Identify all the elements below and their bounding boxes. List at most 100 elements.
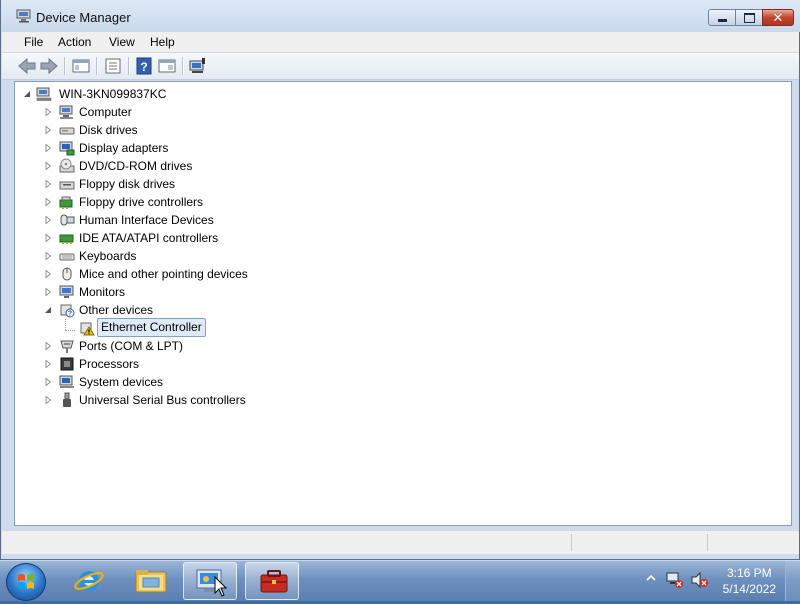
tree-category-mice-and-other-pointing-devices[interactable]: Mice and other pointing devices [15,265,415,283]
tree-category-dvd-cd-rom-drives[interactable]: DVD/CD-ROM drives [15,157,415,175]
hid-icon [60,214,75,226]
tree-category-processors[interactable]: Processors [15,355,415,373]
show-desktop-button[interactable] [785,561,800,601]
tree-category-system-devices[interactable]: System devices [15,373,415,391]
tree-item-label: Display adapters [79,141,169,155]
tree-item-label: Monitors [79,285,126,299]
control-panel-taskbar-button[interactable] [183,562,237,600]
menu-help[interactable]: Help [144,34,181,50]
scan-hardware-changes-icon[interactable] [187,56,209,76]
folder-icon [135,570,167,593]
help-icon[interactable]: ? [133,56,155,76]
collapse-triangle-icon[interactable] [44,306,52,314]
tree-category-computer[interactable]: Computer [15,103,415,121]
tree-category-floppy-disk-drives[interactable]: Floppy disk drives [15,175,415,193]
expand-triangle-icon[interactable] [44,198,52,206]
tree-category-disk-drives[interactable]: Disk drives [15,121,415,139]
device-manager-taskbar-button[interactable] [245,562,299,600]
clock[interactable]: 3:16 PM 5/14/2022 [723,565,776,597]
caption-buttons: ✕ [708,9,794,27]
device-tree[interactable]: WIN-3KN099837KC Computer Disk drives Displ… [14,81,792,526]
floppy-controller-icon [59,196,73,209]
expand-triangle-icon[interactable] [44,252,52,260]
windows-logo-icon [18,574,34,589]
floppy-drive-icon [59,181,75,190]
tree-item-label: Ports (COM & LPT) [79,339,184,353]
tree-connector-line [65,319,67,330]
display-adapter-icon [59,141,75,156]
computer-icon [36,87,52,101]
tree-device-ethernet-controller[interactable]: Ethernet Controller [15,318,415,337]
status-bar [2,530,799,554]
svg-text:?: ? [140,60,147,74]
show-action-pane-icon[interactable] [156,56,178,76]
status-separator [707,534,708,551]
maximize-icon [736,10,762,25]
expand-triangle-icon[interactable] [44,288,52,296]
collapse-triangle-icon[interactable] [23,90,31,98]
internet-explorer-taskbar-button[interactable] [62,562,116,600]
menu-view[interactable]: View [103,34,141,50]
properties-icon[interactable] [102,56,124,76]
tree-category-ports-com-lpt[interactable]: Ports (COM & LPT) [15,337,415,355]
network-disconnected-icon[interactable] [665,571,685,589]
tree-root[interactable]: WIN-3KN099837KC [15,85,315,103]
title-bar[interactable]: Device Manager ✕ [1,0,800,32]
expand-triangle-icon[interactable] [44,216,52,224]
tree-root-label: WIN-3KN099837KC [59,87,167,101]
tree-item-label: Floppy disk drives [79,177,176,191]
show-hide-console-tree-icon[interactable] [70,56,92,76]
windows-explorer-taskbar-button[interactable] [124,562,178,600]
taskbar: 3:16 PM 5/14/2022 [0,560,800,601]
expand-triangle-icon[interactable] [44,144,52,152]
start-button[interactable] [6,563,46,601]
menu-file[interactable]: File [18,34,49,50]
toolbar-separator [64,57,66,75]
ide-controller-icon [59,234,74,244]
control-panel-icon [196,569,228,597]
back-arrow-icon[interactable] [16,56,38,76]
device-manager-window: Device Manager ✕ File Action View Help ?… [0,0,800,560]
expand-triangle-icon[interactable] [44,108,52,116]
tree-category-ide-ata-atapi-controllers[interactable]: IDE ATA/ATAPI controllers [15,229,415,247]
menu-bar: File Action View Help [2,32,799,53]
tree-category-human-interface-devices[interactable]: Human Interface Devices [15,211,415,229]
forward-arrow-icon[interactable] [38,56,60,76]
clock-date: 5/14/2022 [722,582,776,596]
expand-triangle-icon[interactable] [44,180,52,188]
expand-triangle-icon[interactable] [44,234,52,242]
expand-triangle-icon[interactable] [44,360,52,368]
tree-category-other-devices[interactable]: ? Other devices [15,301,415,319]
usb-icon [63,392,71,407]
internet-explorer-icon [74,571,104,591]
tree-item-label: DVD/CD-ROM drives [79,159,193,173]
monitor-icon [59,285,74,298]
tree-category-universal-serial-bus-controllers[interactable]: Universal Serial Bus controllers [15,391,415,409]
tree-category-monitors[interactable]: Monitors [15,283,415,301]
keyboard-icon [59,253,75,261]
maximize-button[interactable] [735,9,762,26]
expand-triangle-icon[interactable] [44,378,52,386]
computer-icon [59,105,73,119]
expand-triangle-icon[interactable] [44,396,52,404]
show-hidden-icons-icon[interactable] [646,573,656,583]
expand-triangle-icon[interactable] [44,270,52,278]
tree-item-label: System devices [79,375,164,389]
dvd-drive-icon [59,158,75,173]
minimize-button[interactable] [708,9,735,26]
tree-category-floppy-drive-controllers[interactable]: Floppy drive controllers [15,193,415,211]
device-manager-icon [16,9,31,23]
close-button[interactable]: ✕ [762,9,794,26]
processor-icon [60,357,74,371]
tree-item-label: Ethernet Controller [97,318,206,337]
menu-action[interactable]: Action [52,34,97,50]
tree-category-display-adapters[interactable]: Display adapters [15,139,415,157]
volume-muted-icon[interactable] [690,571,710,589]
port-icon [60,340,74,353]
disk-drive-icon [59,127,75,135]
tree-category-keyboards[interactable]: Keyboards [15,247,415,265]
expand-triangle-icon[interactable] [44,342,52,350]
svg-text:?: ? [68,311,72,318]
expand-triangle-icon[interactable] [44,126,52,134]
expand-triangle-icon[interactable] [44,162,52,170]
